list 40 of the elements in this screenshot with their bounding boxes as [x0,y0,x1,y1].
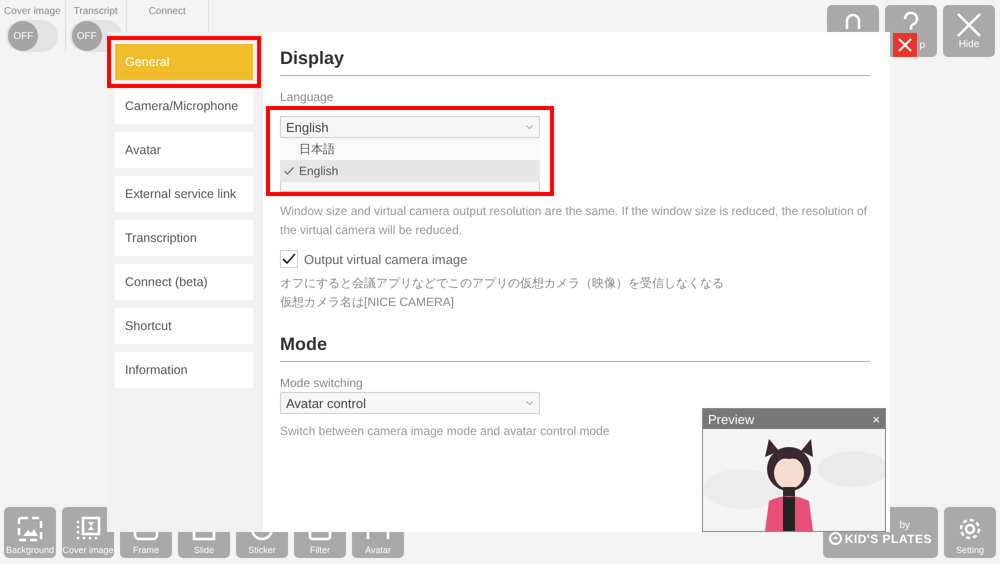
settings-tab[interactable]: Camera/Microphone [115,88,253,124]
tool-button[interactable]: Cover image [62,507,114,558]
hint-text: Switch between camera image mode and avatar control mode [280,423,611,440]
settings-tab[interactable]: Shortcut [115,308,253,344]
close-button[interactable] [893,33,917,57]
dropdown-option[interactable]: English [280,160,540,182]
checkbox-label: Output virtual camera image [304,252,468,266]
field-label: Language [280,90,334,104]
settings-tab[interactable]: General [115,44,253,80]
settings-tab[interactable]: Connect (beta) [115,264,253,300]
field-label: Mode switching [280,376,363,390]
settings-button[interactable]: Setting [944,507,996,558]
hide-button[interactable]: Hide [943,5,995,57]
settings-tab[interactable]: Transcription [115,220,253,256]
section-heading: Display [280,48,870,76]
mode-dropdown[interactable]: Avatar control [280,392,540,414]
connect-label: Connect [148,6,186,17]
chevron-icon [526,125,533,129]
settings-tab[interactable]: External service link [115,176,253,212]
check-icon [284,167,294,175]
toggle-switch[interactable]: OFF [6,20,58,52]
preview-title: Preview [708,412,754,426]
chevron-icon [526,401,533,405]
section-heading: Mode [280,334,870,362]
close-icon [956,12,982,38]
toggle-label: Cover image [4,6,61,17]
image-icon [16,515,44,543]
settings-tab[interactable]: Avatar [115,132,253,168]
check-icon [282,253,296,265]
note-text: 仮想カメラ名は[NICE CAMERA] [280,294,456,311]
close-button[interactable]: × [872,412,880,426]
close-icon [898,38,912,52]
settings-tab[interactable]: Information [115,352,253,388]
bell-icon [845,13,861,29]
hint-text: Window size and virtual camera output resolution are the same. If the window size is reduced, the resolution of the virtual camera will be reduced. [280,203,868,239]
note-text: オフにすると会議アプリなどでこのアプリの仮想カメラ（映像）を受信しなくなる [280,275,725,292]
language-dropdown[interactable]: English [280,116,540,138]
tool-button[interactable]: Background [4,507,56,558]
toggle-label: Transcript [74,6,118,17]
checkbox[interactable] [280,250,298,268]
